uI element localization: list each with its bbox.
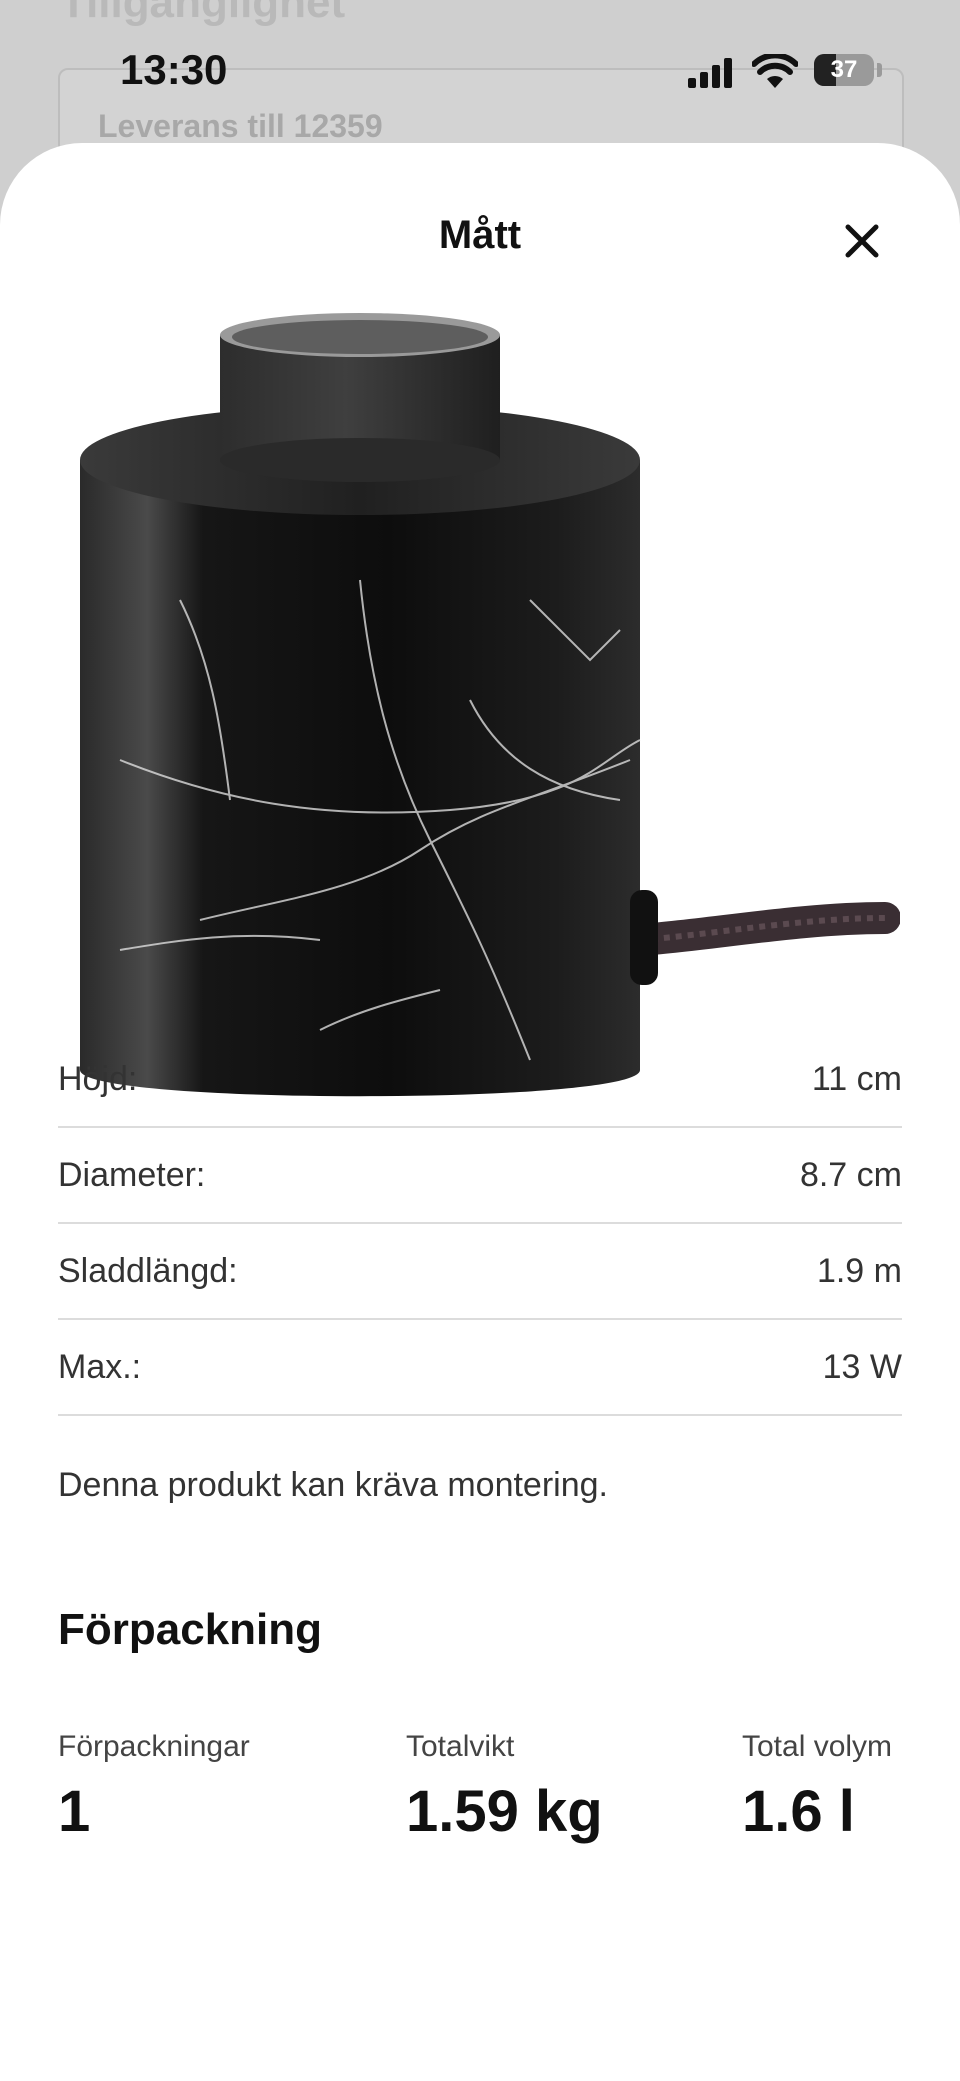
- spec-row-cord-length: Sladdlängd: 1.9 m: [58, 1224, 902, 1320]
- battery-level: 37: [830, 56, 858, 83]
- spec-label: Sladdlängd:: [58, 1251, 238, 1290]
- spec-row-max-wattage: Max.: 13 W: [58, 1320, 902, 1416]
- packaging-value: 1: [58, 1779, 91, 1844]
- signal-icon: [688, 58, 732, 88]
- spec-row-diameter: Diameter: 8.7 cm: [58, 1128, 902, 1224]
- spec-label: Max.:: [58, 1347, 142, 1386]
- packaging-value: 1.59 kg: [406, 1779, 603, 1844]
- spec-value: 8.7 cm: [799, 1155, 902, 1194]
- packaging-label: Totalvikt: [406, 1730, 515, 1763]
- background-delivery-text: Leverans till 12359: [98, 108, 383, 144]
- battery-icon: 37: [814, 54, 874, 86]
- wifi-icon: [752, 54, 798, 88]
- packaging-value: 1.6 l: [742, 1779, 855, 1844]
- dimensions-table: Höjd: 11 cm Diameter: 8.7 cm Sladdlängd:…: [58, 1032, 902, 1416]
- packaging-total-weight: Totalvikt 1.59 kg: [406, 1730, 603, 1845]
- packaging-total-volume: Total volym 1.6 l: [742, 1730, 892, 1845]
- spec-value: 1.9 m: [816, 1251, 902, 1290]
- packaging-title: Förpackning: [58, 1605, 323, 1654]
- packaging-label: Förpackningar: [58, 1730, 250, 1763]
- spec-row-height: Höjd: 11 cm: [58, 1032, 902, 1128]
- assembly-note: Denna produkt kan kräva montering.: [58, 1466, 608, 1504]
- battery-cap: [877, 63, 882, 77]
- packaging-label: Total volym: [742, 1730, 893, 1763]
- status-time: 13:30: [120, 46, 228, 93]
- spec-value: 11 cm: [811, 1059, 902, 1098]
- background-title: Tillgänglighet: [60, 0, 346, 27]
- spec-label: Höjd:: [58, 1059, 138, 1098]
- product-image: [80, 313, 900, 1097]
- spec-value: 13 W: [822, 1347, 902, 1386]
- spec-label: Diameter:: [58, 1155, 206, 1194]
- packaging-count: Förpackningar 1: [58, 1730, 250, 1845]
